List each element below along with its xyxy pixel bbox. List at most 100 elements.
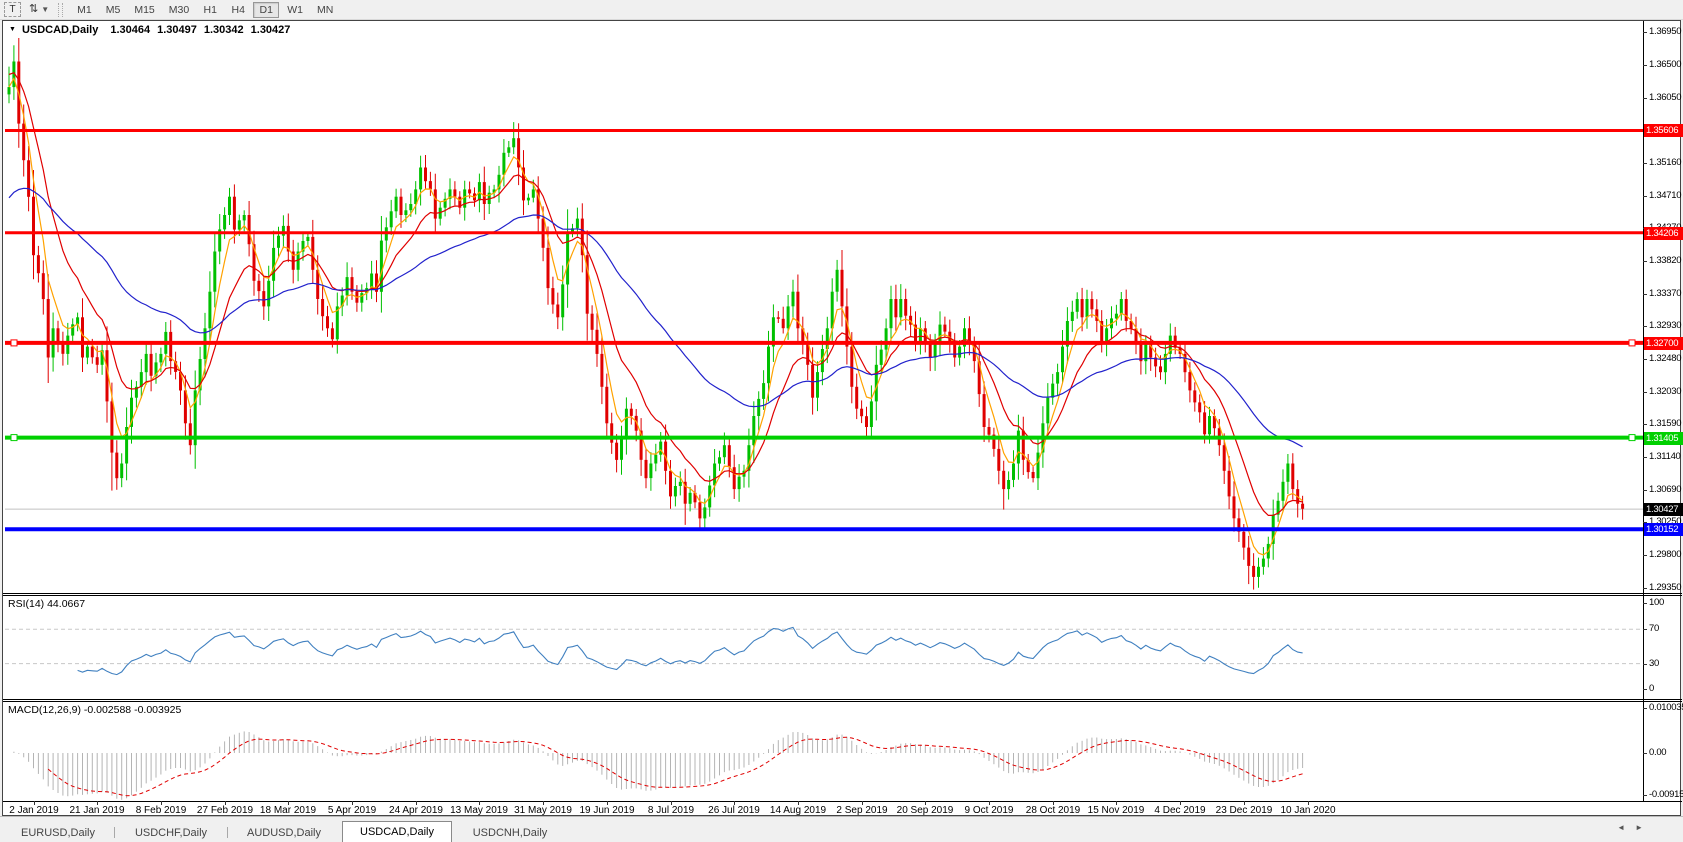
rsi-pane[interactable] <box>5 596 1643 699</box>
date-tick-label: 19 Jun 2019 <box>579 805 635 816</box>
price-tick <box>1643 392 1647 393</box>
macd-tick <box>1643 795 1647 796</box>
timeframe-button-m15[interactable]: M15 <box>128 2 160 18</box>
timeframe-button-h4[interactable]: H4 <box>225 2 251 18</box>
collapse-caret-icon[interactable]: ▼ <box>9 26 16 33</box>
price-tick <box>1643 424 1647 425</box>
tab-separator <box>227 827 228 838</box>
hline-price-chip: 1.30152 <box>1644 523 1683 536</box>
macd-histogram <box>13 731 1304 800</box>
price-tick-label: 1.30690 <box>1649 484 1682 495</box>
price-tick-label: 1.32480 <box>1649 353 1682 364</box>
timeframe-button-mn[interactable]: MN <box>311 2 339 18</box>
toolbar: T ⇅ ▼ M1 M5 M15 M30 H1 H4 D1 W1 MN <box>0 0 1683 20</box>
price-tick <box>1643 98 1647 99</box>
line-handle[interactable] <box>1628 434 1636 442</box>
price-tick <box>1643 457 1647 458</box>
fast-ma <box>8 77 1303 556</box>
date-tick-label: 2 Sep 2019 <box>836 805 888 816</box>
price-tick-label: 1.32930 <box>1649 320 1682 331</box>
rsi-tick <box>1643 629 1647 630</box>
date-tick-label: 31 May 2019 <box>514 805 572 816</box>
chart-title: ▼ USDCAD,Daily 1.30464 1.30497 1.30342 1… <box>9 23 304 36</box>
ohlc-close: 1.30427 <box>250 23 291 36</box>
chart-mode-button[interactable]: ⇅ ▼ <box>29 2 49 17</box>
tab-audusd[interactable]: AUDUSD,Daily <box>230 824 338 842</box>
dropdown-caret-icon: ▼ <box>41 5 50 14</box>
tab-separator <box>114 827 115 838</box>
candles <box>7 38 1305 590</box>
price-tick-label: 1.34710 <box>1649 190 1682 201</box>
timeframe-button-m30[interactable]: M30 <box>163 2 195 18</box>
date-tick-label: 23 Dec 2019 <box>1215 805 1273 816</box>
date-tick-label: 10 Jan 2020 <box>1280 805 1336 816</box>
price-tick-label: 1.35160 <box>1649 157 1682 168</box>
price-tick <box>1643 196 1647 197</box>
main-chart-pane[interactable] <box>5 22 1643 593</box>
tab-eurusd[interactable]: EURUSD,Daily <box>4 824 112 842</box>
line-handle[interactable] <box>10 434 18 442</box>
macd-pane[interactable] <box>5 702 1643 801</box>
price-tick-label: 1.33370 <box>1649 288 1682 299</box>
rsi-line <box>77 626 1303 676</box>
date-tick-label: 8 Jul 2019 <box>647 805 695 816</box>
date-tick-label: 28 Oct 2019 <box>1025 805 1081 816</box>
tab-usdcnh[interactable]: USDCNH,Daily <box>456 824 564 842</box>
rsi-axis-label: 70 <box>1649 623 1659 634</box>
symbol-title: USDCAD,Daily <box>21 23 99 36</box>
date-tick-label: 13 May 2019 <box>450 805 508 816</box>
macd-axis-label: 0.00 <box>1649 747 1667 758</box>
price-tick <box>1643 326 1647 327</box>
price-tick-label: 1.31140 <box>1649 451 1681 462</box>
tabs-scroll-left-icon[interactable]: ◄ <box>1617 823 1625 832</box>
tabs-scroll-right-icon[interactable]: ► <box>1635 823 1643 832</box>
date-tick-label: 5 Apr 2019 <box>327 805 377 816</box>
price-tick <box>1643 163 1647 164</box>
macd-axis-label: -0.009153 <box>1649 789 1683 800</box>
hline-price-chip: 1.35606 <box>1644 124 1683 137</box>
rsi-axis-label: 30 <box>1649 658 1659 669</box>
date-tick-label: 9 Oct 2019 <box>964 805 1014 816</box>
date-tick-label: 8 Feb 2019 <box>135 805 187 816</box>
price-tick-label: 1.36050 <box>1649 92 1682 103</box>
cycle-arrows-icon: ⇅ <box>29 3 39 15</box>
line-handle[interactable] <box>10 339 18 347</box>
timeframe-button-m5[interactable]: M5 <box>100 2 127 18</box>
rsi-axis-label: 100 <box>1649 597 1664 608</box>
hline-price-chip: 1.31405 <box>1644 432 1683 445</box>
price-tick <box>1643 32 1647 33</box>
rsi-tick <box>1643 689 1647 690</box>
date-tick-label: 15 Nov 2019 <box>1087 805 1145 816</box>
hline-price-chip: 1.32700 <box>1644 337 1683 350</box>
timeframe-button-d1[interactable]: D1 <box>253 1 280 18</box>
text-tool-button[interactable]: T <box>4 2 21 17</box>
date-tick-label: 14 Aug 2019 <box>769 805 827 816</box>
timeframe-button-w1[interactable]: W1 <box>281 2 309 18</box>
current-price-chip: 1.30427 <box>1644 503 1683 516</box>
rsi-tick <box>1643 603 1647 604</box>
price-tick <box>1643 490 1647 491</box>
date-tick-label: 21 Jan 2019 <box>69 805 125 816</box>
pane-separator[interactable] <box>3 593 1682 594</box>
symbol-tabs: EURUSD,Daily USDCHF,Daily AUDUSD,Daily USDC… <box>4 817 564 842</box>
line-handle[interactable] <box>1628 339 1636 347</box>
date-tick-label: 24 Apr 2019 <box>389 805 443 816</box>
price-tick-label: 1.29800 <box>1649 549 1682 560</box>
price-tick-label: 1.36500 <box>1649 59 1682 70</box>
pane-separator[interactable] <box>3 699 1682 700</box>
price-tick <box>1643 65 1647 66</box>
timeframe-button-m1[interactable]: M1 <box>71 2 98 18</box>
date-tick-label: 20 Sep 2019 <box>896 805 954 816</box>
tab-scroll-buttons: ◄ ► <box>1617 823 1643 832</box>
tab-usdcad[interactable]: USDCAD,Daily <box>342 821 452 842</box>
macd-tick <box>1643 708 1647 709</box>
price-axis-border <box>1643 21 1644 801</box>
date-tick-label: 2 Jan 2019 <box>9 805 59 816</box>
price-tick-label: 1.31590 <box>1649 418 1682 429</box>
tab-usdchf[interactable]: USDCHF,Daily <box>117 824 225 842</box>
price-tick-label: 1.33820 <box>1649 255 1682 266</box>
timeframe-toolbar: M1 M5 M15 M30 H1 H4 D1 W1 MN <box>70 0 340 19</box>
price-tick-label: 1.29350 <box>1649 582 1682 593</box>
timeframe-button-h1[interactable]: H1 <box>197 2 223 18</box>
date-axis-line <box>3 801 1682 802</box>
